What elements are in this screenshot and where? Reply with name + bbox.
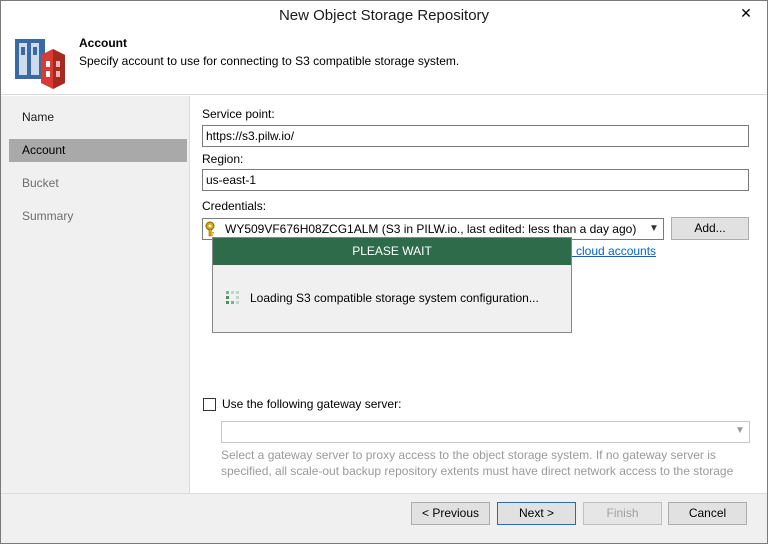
nav-step-name[interactable]: Name: [9, 106, 187, 129]
gateway-server-select[interactable]: ▼: [221, 421, 750, 443]
previous-label: < Previous: [421, 506, 480, 520]
wizard-header: Account Specify account to use for conne…: [1, 31, 767, 95]
wizard-steps-nav: Name Account Bucket Summary: [9, 106, 187, 486]
chevron-down-icon: ▼: [735, 425, 745, 436]
finish-label: Finish: [606, 506, 639, 520]
nav-step-summary[interactable]: Summary: [9, 205, 187, 228]
please-wait-title: PLEASE WAIT: [213, 238, 571, 265]
wizard-window: New Object Storage Repository ✕ Account …: [0, 0, 768, 544]
cancel-button[interactable]: Cancel: [668, 502, 747, 525]
please-wait-message: Loading S3 compatible storage system con…: [250, 291, 539, 305]
add-credentials-button[interactable]: Add...: [671, 217, 749, 240]
key-icon: [205, 221, 215, 237]
credentials-label: Credentials:: [202, 199, 267, 213]
nav-step-label: Account: [22, 143, 66, 157]
chevron-down-icon[interactable]: ▼: [647, 219, 661, 239]
title-bar[interactable]: New Object Storage Repository ✕: [1, 1, 767, 31]
service-point-input[interactable]: https://s3.pilw.io/: [202, 125, 749, 147]
window-title: New Object Storage Repository: [278, 7, 490, 24]
close-button[interactable]: ✕: [731, 3, 761, 25]
previous-button[interactable]: < Previous: [411, 502, 490, 525]
gateway-description: Select a gateway server to proxy access …: [221, 448, 734, 478]
object-storage-icon: [15, 39, 65, 89]
region-label: Region:: [202, 152, 244, 166]
manage-cloud-accounts-link[interactable]: e cloud accounts: [566, 244, 656, 258]
finish-button[interactable]: Finish: [583, 502, 662, 525]
close-icon: ✕: [740, 6, 752, 22]
nav-step-label: Summary: [22, 209, 74, 223]
loading-spinner-icon: [226, 291, 239, 304]
service-point-label: Service point:: [202, 107, 275, 121]
step-title: Account: [79, 36, 127, 50]
nav-step-bucket[interactable]: Bucket: [9, 172, 187, 195]
next-label: Next >: [518, 506, 554, 520]
nav-step-account[interactable]: Account: [9, 139, 187, 162]
please-wait-dialog: PLEASE WAIT Loading S3 compatible storag…: [212, 237, 572, 333]
gateway-checkbox[interactable]: [203, 398, 216, 411]
add-credentials-label: Add...: [694, 221, 726, 235]
cancel-label: Cancel: [688, 506, 727, 520]
step-description: Specify account to use for connecting to…: [79, 54, 460, 68]
credentials-value: WY509VF676H08ZCG1ALM (S3 in PILW.io., la…: [225, 222, 637, 236]
next-button[interactable]: Next >: [497, 502, 576, 525]
nav-step-label: Name: [22, 110, 55, 124]
region-input[interactable]: us-east-1: [202, 169, 749, 191]
gateway-checkbox-label[interactable]: Use the following gateway server:: [222, 397, 401, 411]
wizard-footer: < Previous Next > Finish Cancel: [1, 493, 767, 543]
nav-step-label: Bucket: [22, 176, 59, 190]
